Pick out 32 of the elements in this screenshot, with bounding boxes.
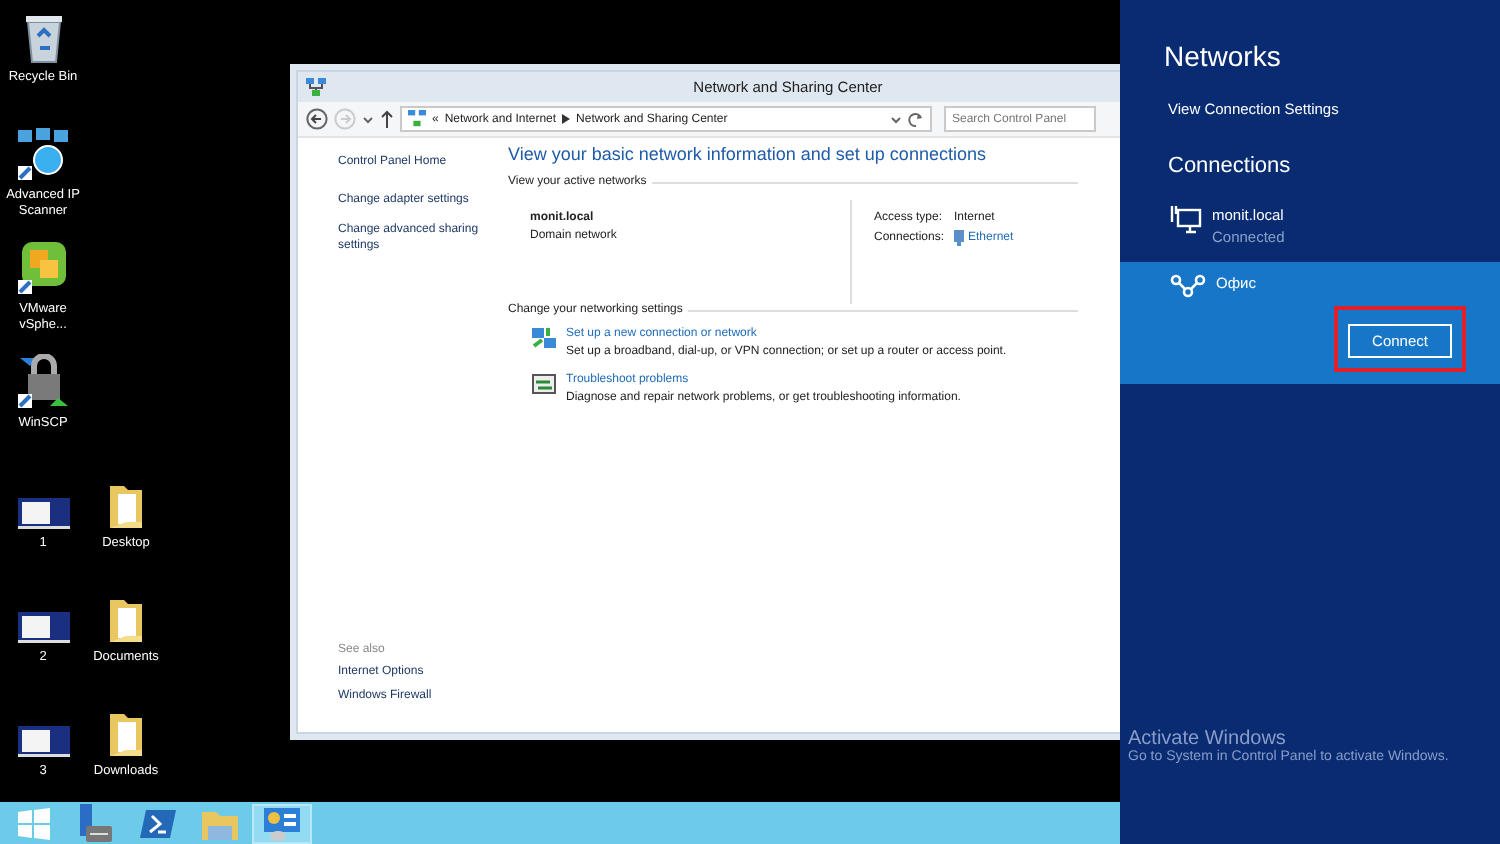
network-computers-icon	[15, 126, 71, 182]
troubleshoot-icon	[532, 374, 556, 396]
screen-thumbnail-icon	[17, 497, 69, 530]
dropdown-icon[interactable]	[362, 113, 374, 125]
refresh-icon[interactable]	[908, 111, 924, 127]
back-icon[interactable]	[306, 108, 328, 130]
dropdown-icon[interactable]	[890, 113, 902, 125]
powershell-icon	[140, 807, 176, 839]
page-heading: View your basic network information and set up connections	[508, 144, 988, 164]
screen-thumbnail-icon	[17, 611, 69, 644]
folder-icon	[106, 481, 146, 530]
server-icon	[78, 803, 114, 843]
windows-logo-icon	[18, 807, 50, 839]
up-arrow-icon[interactable]	[380, 110, 394, 128]
screen-thumbnail-icon	[17, 725, 69, 758]
ethernet-icon	[954, 230, 964, 246]
section-heading: Connections	[1166, 152, 1293, 182]
recycle-bin-icon	[21, 12, 65, 64]
network-setup-icon	[532, 328, 556, 350]
folder-icon	[106, 709, 146, 758]
activation-title: Activate Windows	[1128, 728, 1286, 750]
wired-computer-icon	[1170, 206, 1202, 234]
network-link-icon	[1170, 274, 1206, 298]
breadcrumb-arrow-icon	[562, 114, 571, 124]
network-icon	[408, 110, 426, 128]
network-icon	[306, 78, 326, 98]
control-panel-icon	[262, 805, 302, 841]
padlock-icon	[15, 354, 71, 410]
vmware-logo-icon	[15, 240, 71, 296]
taskbar-button[interactable]	[252, 803, 312, 843]
folder-icon	[106, 595, 146, 644]
panel-title: Networks	[1162, 38, 1283, 72]
